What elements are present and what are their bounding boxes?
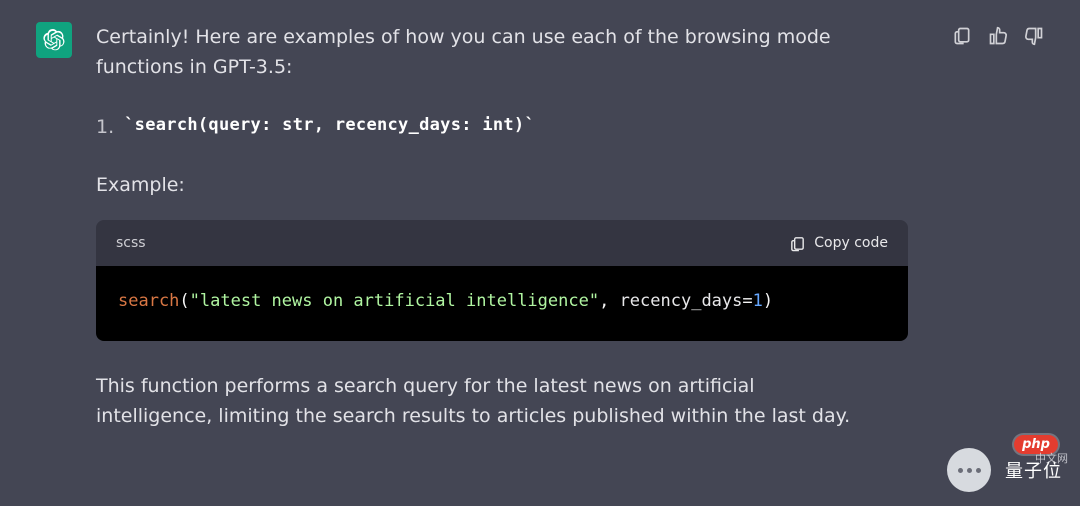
code-block: scss Copy code search("latest news on ar…	[96, 220, 908, 341]
copy-code-button[interactable]: Copy code	[789, 232, 888, 254]
code-string: "latest news on artificial intelligence"	[190, 291, 599, 311]
code-eq: =	[742, 291, 752, 311]
thumbs-up-icon[interactable]	[988, 26, 1008, 46]
code-number: 1	[753, 291, 763, 311]
list-number: 1.	[96, 112, 114, 142]
code-block-header: scss Copy code	[96, 220, 908, 266]
code-close-paren: )	[763, 291, 773, 311]
clipboard-icon[interactable]	[952, 26, 972, 46]
list-item-1: 1. `search(query: str, recency_days: int…	[96, 112, 908, 142]
intro-text: Certainly! Here are examples of how you …	[96, 22, 908, 82]
openai-logo-icon	[43, 29, 65, 51]
code-language-label: scss	[116, 232, 146, 254]
code-content: search("latest news on artificial intell…	[96, 266, 908, 341]
message-row: Certainly! Here are examples of how you …	[0, 0, 1080, 431]
thumbs-down-icon[interactable]	[1024, 26, 1044, 46]
code-open-paren: (	[179, 291, 189, 311]
code-argname: recency_days	[620, 291, 743, 311]
function-description: This function performs a search query fo…	[96, 371, 908, 431]
watermark-author: 量子位	[1005, 457, 1062, 483]
chat-bubble-icon	[947, 448, 991, 492]
copy-code-label: Copy code	[814, 232, 888, 254]
example-label: Example:	[96, 170, 908, 200]
dots-icon	[958, 468, 981, 473]
watermark-overlay: 量子位	[947, 448, 1062, 492]
code-function: search	[118, 291, 179, 311]
message-actions	[952, 26, 1044, 431]
assistant-message: Certainly! Here are examples of how you …	[96, 22, 928, 431]
clipboard-icon	[789, 235, 806, 252]
code-separator: ,	[599, 291, 619, 311]
assistant-avatar	[36, 22, 72, 58]
inline-code-signature: `search(query: str, recency_days: int)`	[124, 112, 535, 142]
